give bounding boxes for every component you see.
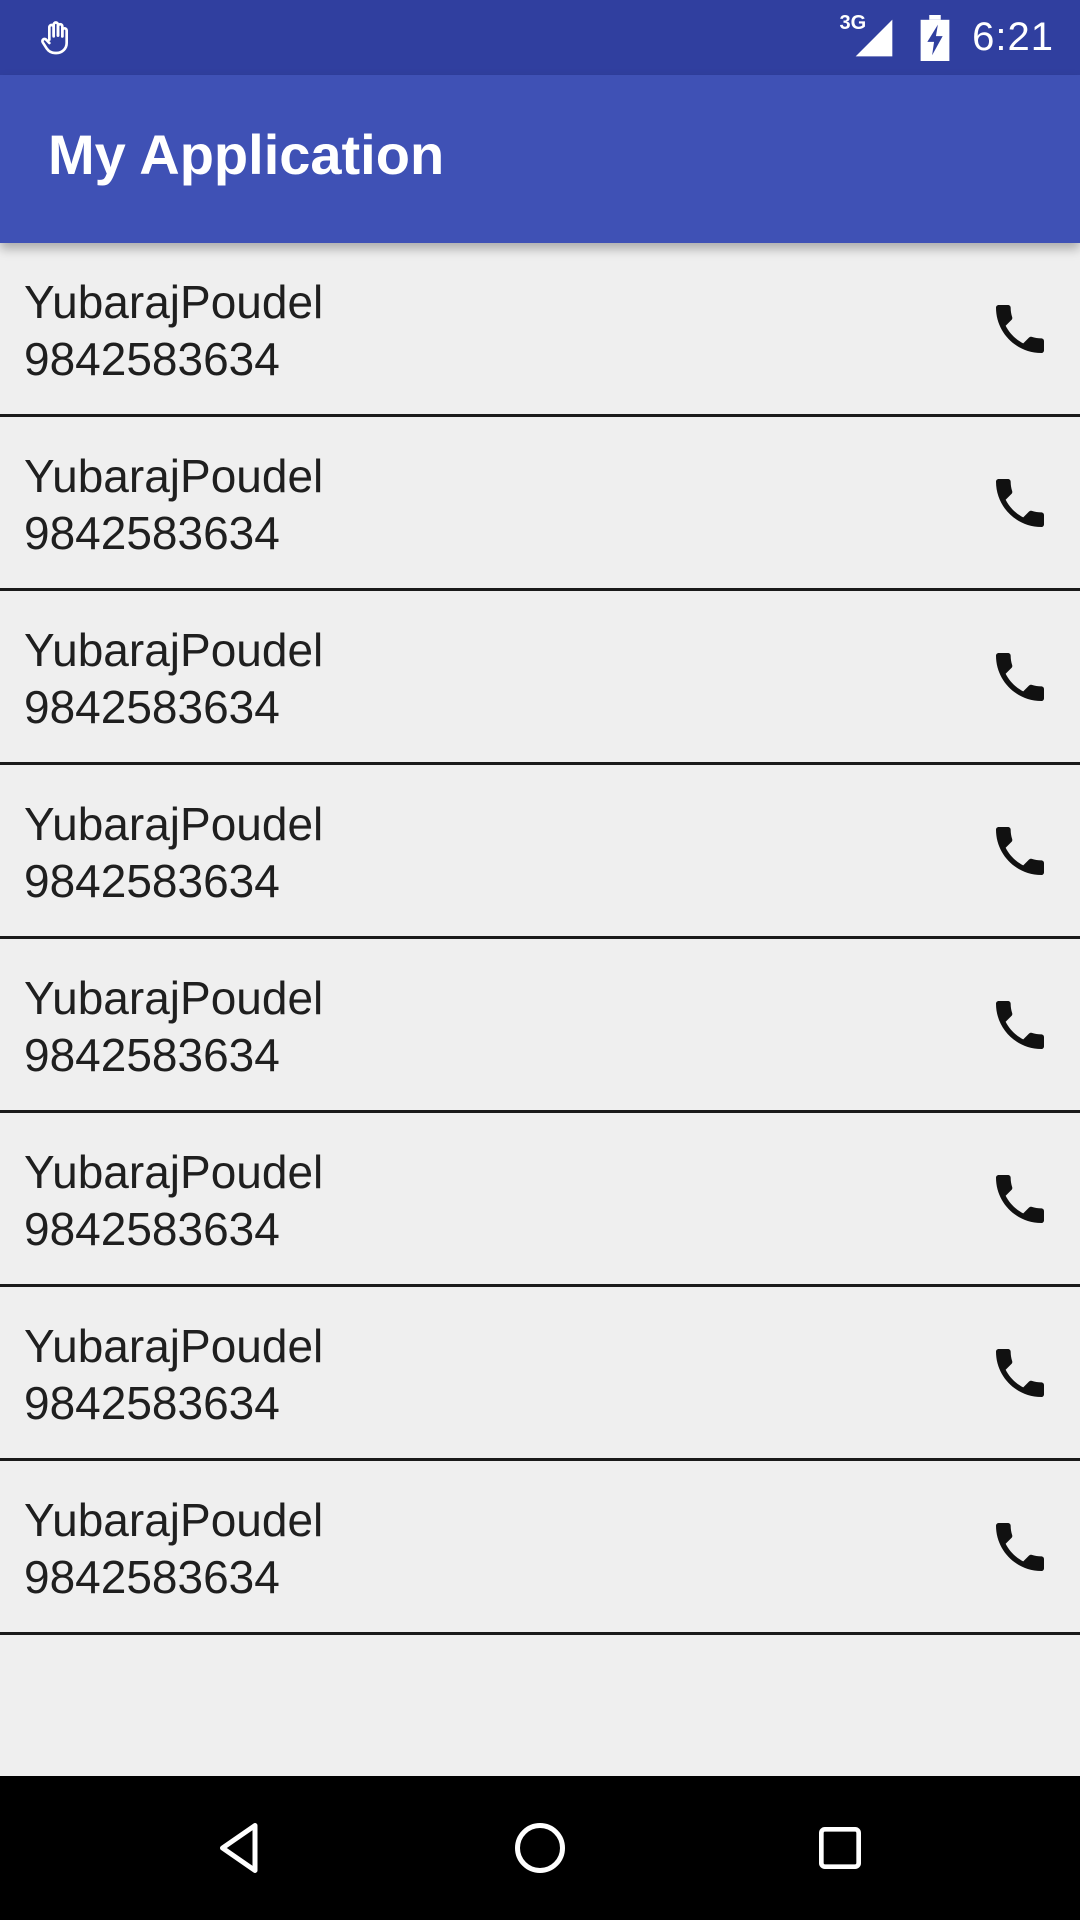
back-triangle-icon bbox=[220, 1823, 258, 1873]
contact-phone: 9842583634 bbox=[24, 1551, 280, 1603]
contact-phone: 9842583634 bbox=[24, 1029, 280, 1081]
contact-name: YubarajPoudel bbox=[24, 798, 324, 850]
contact-row[interactable]: YubarajPoudel 9842583634 bbox=[0, 417, 1080, 591]
contact-phone: 9842583634 bbox=[24, 1377, 280, 1429]
screen: 3G 6:21 My Application YubarajPoudel 984… bbox=[0, 0, 1080, 1920]
phone-icon bbox=[996, 1175, 1044, 1223]
call-button[interactable] bbox=[984, 467, 1056, 539]
back-button[interactable] bbox=[204, 1812, 276, 1884]
phone-icon bbox=[996, 479, 1044, 527]
call-button[interactable] bbox=[984, 815, 1056, 887]
home-button[interactable] bbox=[504, 1812, 576, 1884]
phone-icon bbox=[996, 1523, 1044, 1571]
network-type-label: 3G bbox=[839, 12, 867, 34]
contact-name: YubarajPoudel bbox=[24, 450, 324, 502]
contact-row[interactable]: YubarajPoudel 9842583634 bbox=[0, 1461, 1080, 1635]
call-button[interactable] bbox=[984, 641, 1056, 713]
contact-name: YubarajPoudel bbox=[24, 1320, 324, 1372]
app-bar: My Application bbox=[0, 75, 1080, 243]
app-title: My Application bbox=[48, 123, 445, 186]
contact-name: YubarajPoudel bbox=[24, 276, 324, 328]
contact-list: YubarajPoudel 9842583634 YubarajPoudel 9… bbox=[0, 243, 1080, 1635]
contact-row[interactable]: YubarajPoudel 9842583634 bbox=[0, 765, 1080, 939]
contact-row[interactable]: YubarajPoudel 9842583634 bbox=[0, 939, 1080, 1113]
contact-phone: 9842583634 bbox=[24, 855, 280, 907]
contact-phone: 9842583634 bbox=[24, 333, 280, 385]
contact-name: YubarajPoudel bbox=[24, 1494, 324, 1546]
phone-icon bbox=[996, 827, 1044, 875]
contact-row[interactable]: YubarajPoudel 9842583634 bbox=[0, 1113, 1080, 1287]
contact-phone: 9842583634 bbox=[24, 507, 280, 559]
phone-icon bbox=[996, 653, 1044, 701]
contact-row[interactable]: YubarajPoudel 9842583634 bbox=[0, 1287, 1080, 1461]
home-circle-icon bbox=[515, 1823, 565, 1873]
call-button[interactable] bbox=[984, 293, 1056, 365]
call-button[interactable] bbox=[984, 989, 1056, 1061]
contact-name: YubarajPoudel bbox=[24, 624, 324, 676]
phone-icon bbox=[996, 1349, 1044, 1397]
phone-icon bbox=[996, 305, 1044, 353]
status-right: 3G 6:21 bbox=[839, 0, 1054, 75]
contact-name: YubarajPoudel bbox=[24, 1146, 324, 1198]
contact-phone: 9842583634 bbox=[24, 1203, 280, 1255]
hand-icon bbox=[36, 16, 76, 60]
contact-phone: 9842583634 bbox=[24, 681, 280, 733]
status-bar: 3G 6:21 bbox=[0, 0, 1080, 75]
navigation-bar bbox=[0, 1776, 1080, 1920]
battery-charging-icon bbox=[920, 14, 950, 61]
recents-button[interactable] bbox=[804, 1812, 876, 1884]
contact-name: YubarajPoudel bbox=[24, 972, 324, 1024]
contact-row[interactable]: YubarajPoudel 9842583634 bbox=[0, 243, 1080, 417]
call-button[interactable] bbox=[984, 1511, 1056, 1583]
call-button[interactable] bbox=[984, 1337, 1056, 1409]
status-clock: 6:21 bbox=[972, 15, 1054, 59]
recents-square-icon bbox=[819, 1827, 861, 1869]
call-button[interactable] bbox=[984, 1163, 1056, 1235]
phone-icon bbox=[996, 1001, 1044, 1049]
contact-row[interactable]: YubarajPoudel 9842583634 bbox=[0, 591, 1080, 765]
